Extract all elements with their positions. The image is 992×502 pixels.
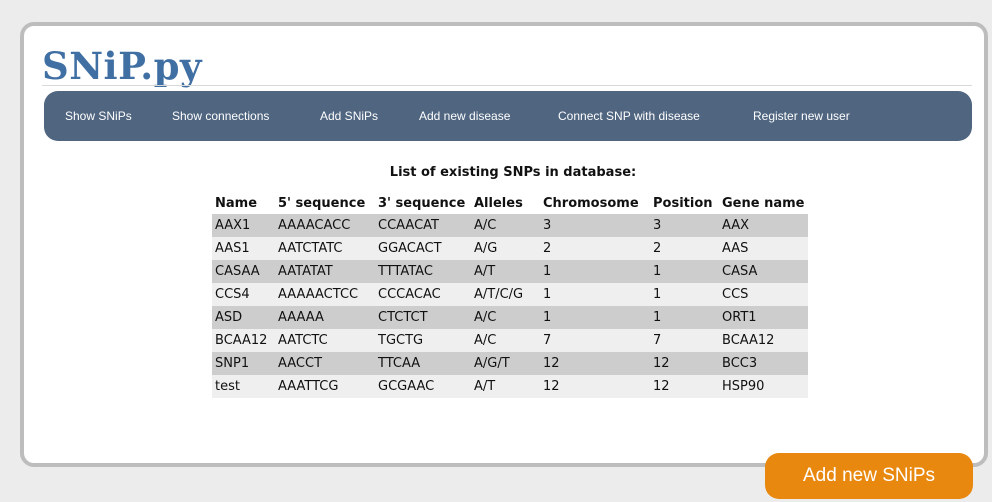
table-cell: AAX xyxy=(719,214,808,237)
snp-table: Name 5' sequence 3' sequence Alleles Chromos… xyxy=(212,192,808,398)
table-cell: 12 xyxy=(650,352,719,375)
table-cell: 1 xyxy=(540,283,650,306)
table-cell: AATCTATC xyxy=(275,237,375,260)
table-cell: CCS xyxy=(719,283,808,306)
table-cell: AACCT xyxy=(275,352,375,375)
table-cell: CASA xyxy=(719,260,808,283)
table-cell: 7 xyxy=(650,329,719,352)
table-row: test AAATTCG GCGAAC A/T 12 12 HSP90 xyxy=(212,375,808,398)
table-row: ASD AAAAA CTCTCT A/C 1 1 ORT1 xyxy=(212,306,808,329)
table-caption: List of existing SNPs in database: xyxy=(389,165,637,180)
table-row: AAS1 AATCTATC GGACACT A/G 2 2 AAS xyxy=(212,237,808,260)
table-cell: 1 xyxy=(540,306,650,329)
table-cell: 12 xyxy=(650,375,719,398)
table-cell: TTTATAC xyxy=(375,260,471,283)
table-cell: CTCTCT xyxy=(375,306,471,329)
table-cell: A/T xyxy=(471,260,540,283)
table-cell: A/T/C/G xyxy=(471,283,540,306)
table-cell: TTCAA xyxy=(375,352,471,375)
column-header: Gene name xyxy=(719,192,808,214)
table-body: AAX1 AAAACACC CCAACAT A/C 3 3 AAX AAS1 AATCTATC G… xyxy=(212,214,808,398)
table-cell: GGACACT xyxy=(375,237,471,260)
table-cell: ORT1 xyxy=(719,306,808,329)
table-cell: BCAA12 xyxy=(719,329,808,352)
table-cell: 1 xyxy=(540,260,650,283)
table-cell: AAAAACTCC xyxy=(275,283,375,306)
table-cell: 1 xyxy=(650,283,719,306)
main-navbar: Show SNiPs Show connections Add SNiPs Ad… xyxy=(44,91,972,141)
table-cell: 12 xyxy=(540,375,650,398)
table-row: CASAA AATATAT TTTATAC A/T 1 1 CASA xyxy=(212,260,808,283)
table-row: SNP1 AACCT TTCAA A/G/T 12 12 BCC3 xyxy=(212,352,808,375)
nav-connect-snp-with-disease[interactable]: Connect SNP with disease xyxy=(558,108,700,124)
table-cell: ASD xyxy=(212,306,275,329)
page-card: SNiP.py Show SNiPs Show connections Add … xyxy=(20,22,988,467)
table-cell: AAATTCG xyxy=(275,375,375,398)
table-cell: AATATAT xyxy=(275,260,375,283)
table-cell: AAS1 xyxy=(212,237,275,260)
column-header: 5' sequence xyxy=(275,192,375,214)
table-cell: CCCACAC xyxy=(375,283,471,306)
table-header-row: Name 5' sequence 3' sequence Alleles Chromos… xyxy=(212,192,808,214)
table-cell: SNP1 xyxy=(212,352,275,375)
table-cell: A/C xyxy=(471,329,540,352)
table-cell: AAAACACC xyxy=(275,214,375,237)
table-cell: GCGAAC xyxy=(375,375,471,398)
table-cell: 1 xyxy=(650,260,719,283)
column-header: Position xyxy=(650,192,719,214)
table-cell: 2 xyxy=(540,237,650,260)
table-cell: test xyxy=(212,375,275,398)
nav-show-snips[interactable]: Show SNiPs xyxy=(65,108,132,124)
table-cell: AAS xyxy=(719,237,808,260)
table-cell: 3 xyxy=(540,214,650,237)
table-cell: 2 xyxy=(650,237,719,260)
column-header: Name xyxy=(212,192,275,214)
table-cell: HSP90 xyxy=(719,375,808,398)
nav-add-new-disease[interactable]: Add new disease xyxy=(419,108,510,124)
table-cell: A/T xyxy=(471,375,540,398)
add-new-snips-button[interactable]: Add new SNiPs xyxy=(765,453,973,499)
table-cell: A/G xyxy=(471,237,540,260)
app-logo[interactable]: SNiP.py xyxy=(42,44,202,88)
table-cell: 3 xyxy=(650,214,719,237)
table-cell: AAAAA xyxy=(275,306,375,329)
nav-add-snips[interactable]: Add SNiPs xyxy=(320,108,378,124)
table-cell: 1 xyxy=(650,306,719,329)
table-row: BCAA12 AATCTC TGCTG A/C 7 7 BCAA12 xyxy=(212,329,808,352)
table-cell: CCS4 xyxy=(212,283,275,306)
table-cell: CASAA xyxy=(212,260,275,283)
column-header: Alleles xyxy=(471,192,540,214)
nav-show-connections[interactable]: Show connections xyxy=(172,108,269,124)
table-cell: 7 xyxy=(540,329,650,352)
table-cell: A/C xyxy=(471,214,540,237)
table-row: CCS4 AAAAACTCC CCCACAC A/T/C/G 1 1 CCS xyxy=(212,283,808,306)
column-header: Chromosome xyxy=(540,192,650,214)
table-cell: AATCTC xyxy=(275,329,375,352)
nav-register-new-user[interactable]: Register new user xyxy=(753,108,850,124)
table-cell: TGCTG xyxy=(375,329,471,352)
table-row: AAX1 AAAACACC CCAACAT A/C 3 3 AAX xyxy=(212,214,808,237)
table-cell: A/C xyxy=(471,306,540,329)
table-cell: A/G/T xyxy=(471,352,540,375)
table-cell: BCC3 xyxy=(719,352,808,375)
table-cell: CCAACAT xyxy=(375,214,471,237)
column-header: 3' sequence xyxy=(375,192,471,214)
table-cell: AAX1 xyxy=(212,214,275,237)
table-cell: 12 xyxy=(540,352,650,375)
logo-divider xyxy=(42,85,972,86)
table-cell: BCAA12 xyxy=(212,329,275,352)
